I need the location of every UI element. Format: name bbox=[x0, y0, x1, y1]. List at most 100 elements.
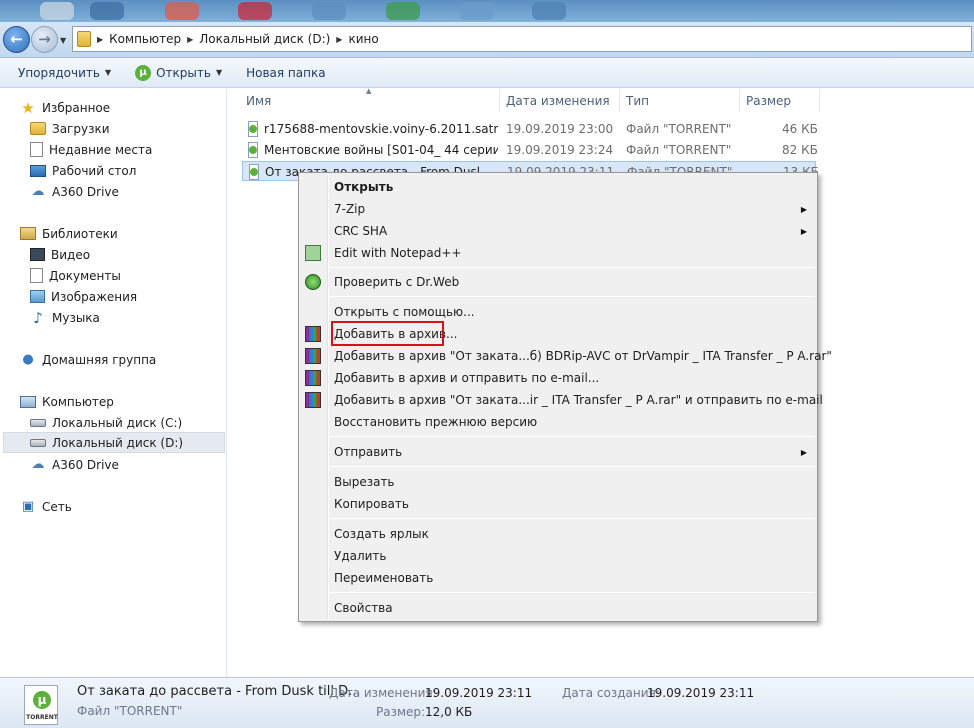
menu-separator bbox=[329, 436, 815, 437]
menu-delete[interactable]: Удалить bbox=[301, 545, 815, 567]
details-filetype: Файл "TORRENT" bbox=[77, 704, 183, 718]
menu-add-and-email[interactable]: Добавить в архив и отправить по e-mail..… bbox=[301, 367, 815, 389]
menu-separator bbox=[329, 518, 815, 519]
menu-add-email-label: Добавить в архив и отправить по e-mail..… bbox=[334, 371, 600, 385]
menu-add-named-and-email[interactable]: Добавить в архив "От заката...ir _ ITA T… bbox=[301, 389, 823, 411]
column-header-size[interactable]: Размер bbox=[740, 89, 820, 113]
menu-open-with[interactable]: Открыть с помощью... bbox=[301, 301, 815, 323]
menu-separator bbox=[329, 296, 815, 297]
arrow-right-icon: → bbox=[38, 30, 51, 48]
taskbar-app-icon[interactable] bbox=[90, 2, 124, 20]
breadcrumb-disk-d[interactable]: Локальный диск (D:) bbox=[199, 32, 330, 46]
taskbar-app-icon[interactable] bbox=[40, 2, 74, 20]
menu-send-to[interactable]: Отправить ▶ bbox=[301, 441, 815, 463]
images-icon bbox=[30, 290, 45, 303]
nav-documents[interactable]: Документы bbox=[30, 265, 121, 286]
menu-open[interactable]: Открыть bbox=[301, 176, 815, 198]
folder-icon bbox=[77, 31, 91, 47]
nav-images[interactable]: Изображения bbox=[30, 286, 137, 307]
taskbar-app-icon[interactable] bbox=[532, 2, 566, 20]
column-header-name[interactable]: Имя bbox=[240, 89, 500, 113]
breadcrumb-computer[interactable]: Компьютер bbox=[109, 32, 181, 46]
menu-7zip[interactable]: 7-Zip ▶ bbox=[301, 198, 815, 220]
command-toolbar: Упорядочить ▼ µ Открыть ▼ Новая папка bbox=[0, 58, 974, 88]
column-header-date[interactable]: Дата изменения bbox=[500, 89, 620, 113]
menu-separator bbox=[329, 466, 815, 467]
context-menu: Открыть 7-Zip ▶ CRC SHA ▶ Edit with Note… bbox=[298, 172, 832, 622]
menu-cut[interactable]: Вырезать bbox=[301, 471, 815, 493]
taskbar-app-icon[interactable] bbox=[386, 2, 420, 20]
nav-network-label: Сеть bbox=[42, 499, 72, 514]
nav-downloads[interactable]: Загрузки bbox=[30, 118, 110, 139]
nav-disk-c[interactable]: Локальный диск (C:) bbox=[30, 412, 182, 433]
chevron-right-icon[interactable]: ▶ bbox=[97, 35, 103, 44]
nav-desktop-label: Рабочий стол bbox=[52, 163, 137, 178]
menu-properties[interactable]: Свойства bbox=[301, 597, 815, 619]
menu-notepad-plus[interactable]: Edit with Notepad++ bbox=[301, 242, 815, 264]
nav-a360-label: A360 Drive bbox=[52, 457, 119, 472]
new-folder-button[interactable]: Новая папка bbox=[234, 58, 337, 88]
submenu-arrow-icon: ▶ bbox=[800, 204, 807, 214]
submenu-arrow-icon: ▶ bbox=[800, 447, 807, 457]
back-button[interactable]: ← bbox=[3, 26, 30, 53]
notepad-plus-icon bbox=[305, 245, 321, 261]
hard-drive-icon bbox=[30, 438, 46, 447]
nav-libraries[interactable]: Библиотеки bbox=[20, 223, 118, 244]
icon-caption: TORRENT bbox=[26, 714, 58, 721]
homegroup-icon: ● bbox=[22, 352, 34, 367]
recent-places-icon bbox=[30, 142, 43, 157]
nav-desktop[interactable]: Рабочий стол bbox=[30, 160, 136, 181]
nav-network[interactable]: ▣ Сеть bbox=[20, 496, 72, 517]
chevron-right-icon[interactable]: ▶ bbox=[187, 35, 193, 44]
organize-button[interactable]: Упорядочить ▼ bbox=[0, 58, 123, 88]
menu-delete-label: Удалить bbox=[334, 549, 387, 563]
open-button[interactable]: µ Открыть ▼ bbox=[123, 58, 234, 88]
menu-crc-sha[interactable]: CRC SHA ▶ bbox=[301, 220, 815, 242]
taskbar-app-icon[interactable] bbox=[165, 2, 199, 20]
taskbar-app-icon[interactable] bbox=[460, 2, 494, 20]
nav-video[interactable]: Видео bbox=[30, 244, 90, 265]
address-field[interactable]: ▶ Компьютер ▶ Локальный диск (D:) ▶ кино bbox=[72, 26, 972, 52]
utorrent-icon: µ bbox=[135, 64, 152, 81]
menu-copy[interactable]: Копировать bbox=[301, 493, 815, 515]
file-name: r175688-mentovskie.voiny-6.2011.satrip.k… bbox=[264, 122, 498, 136]
details-pane: µ TORRENT От заката до рассвета - From D… bbox=[0, 677, 974, 728]
column-size-label: Размер bbox=[746, 94, 792, 108]
music-note-icon: ♪ bbox=[33, 308, 43, 327]
nav-a360-drive-2[interactable]: ☁ A360 Drive bbox=[30, 454, 119, 475]
menu-add-to-named-archive[interactable]: Добавить в архив "От заката...б) BDRip-A… bbox=[301, 345, 832, 367]
nav-computer[interactable]: Компьютер bbox=[20, 391, 114, 412]
history-dropdown-icon[interactable]: ▼ bbox=[60, 36, 66, 45]
torrent-file-icon bbox=[249, 164, 259, 180]
details-modified-value: 19.09.2019 23:11 bbox=[425, 686, 533, 700]
menu-separator bbox=[329, 592, 815, 593]
nav-music[interactable]: ♪ Музыка bbox=[30, 307, 100, 328]
nav-a360-drive[interactable]: ☁ A360 Drive bbox=[30, 181, 119, 202]
file-row[interactable]: Ментовские войны [S01-04_ 44 серии и... … bbox=[242, 140, 818, 160]
file-row[interactable]: r175688-mentovskie.voiny-6.2011.satrip.k… bbox=[242, 119, 818, 139]
nav-favorites[interactable]: ★ Избранное bbox=[20, 97, 110, 118]
menu-send-to-label: Отправить bbox=[334, 445, 403, 459]
taskbar-app-icon[interactable] bbox=[312, 2, 346, 20]
new-folder-label: Новая папка bbox=[246, 65, 326, 80]
details-created-value: 19.09.2019 23:11 bbox=[647, 686, 755, 700]
menu-rename[interactable]: Переименовать bbox=[301, 567, 815, 589]
nav-homegroup-label: Домашняя группа bbox=[42, 352, 157, 367]
menu-drweb[interactable]: Проверить с Dr.Web bbox=[301, 271, 815, 293]
nav-recent[interactable]: Недавние места bbox=[30, 139, 152, 160]
annotation-highlight-box bbox=[331, 321, 444, 346]
column-header-type[interactable]: Тип bbox=[620, 89, 740, 113]
chevron-right-icon[interactable]: ▶ bbox=[336, 35, 342, 44]
address-bar: ← → ▼ ▶ Компьютер ▶ Локальный диск (D:) … bbox=[0, 22, 974, 58]
menu-create-shortcut[interactable]: Создать ярлык bbox=[301, 523, 815, 545]
organize-label: Упорядочить bbox=[18, 65, 100, 80]
taskbar-app-icon[interactable] bbox=[238, 2, 272, 20]
taskbar-strip bbox=[0, 0, 974, 22]
breadcrumb-kino[interactable]: кино bbox=[348, 32, 378, 46]
forward-button[interactable]: → bbox=[31, 26, 58, 53]
menu-restore-previous[interactable]: Восстановить прежнюю версию bbox=[301, 411, 815, 433]
menu-add-named-email-label: Добавить в архив "От заката...ir _ ITA T… bbox=[334, 393, 823, 407]
menu-crc-label: CRC SHA bbox=[334, 224, 388, 238]
nav-homegroup[interactable]: ● Домашняя группа bbox=[20, 349, 156, 370]
nav-disk-d[interactable]: Локальный диск (D:) bbox=[3, 432, 225, 453]
